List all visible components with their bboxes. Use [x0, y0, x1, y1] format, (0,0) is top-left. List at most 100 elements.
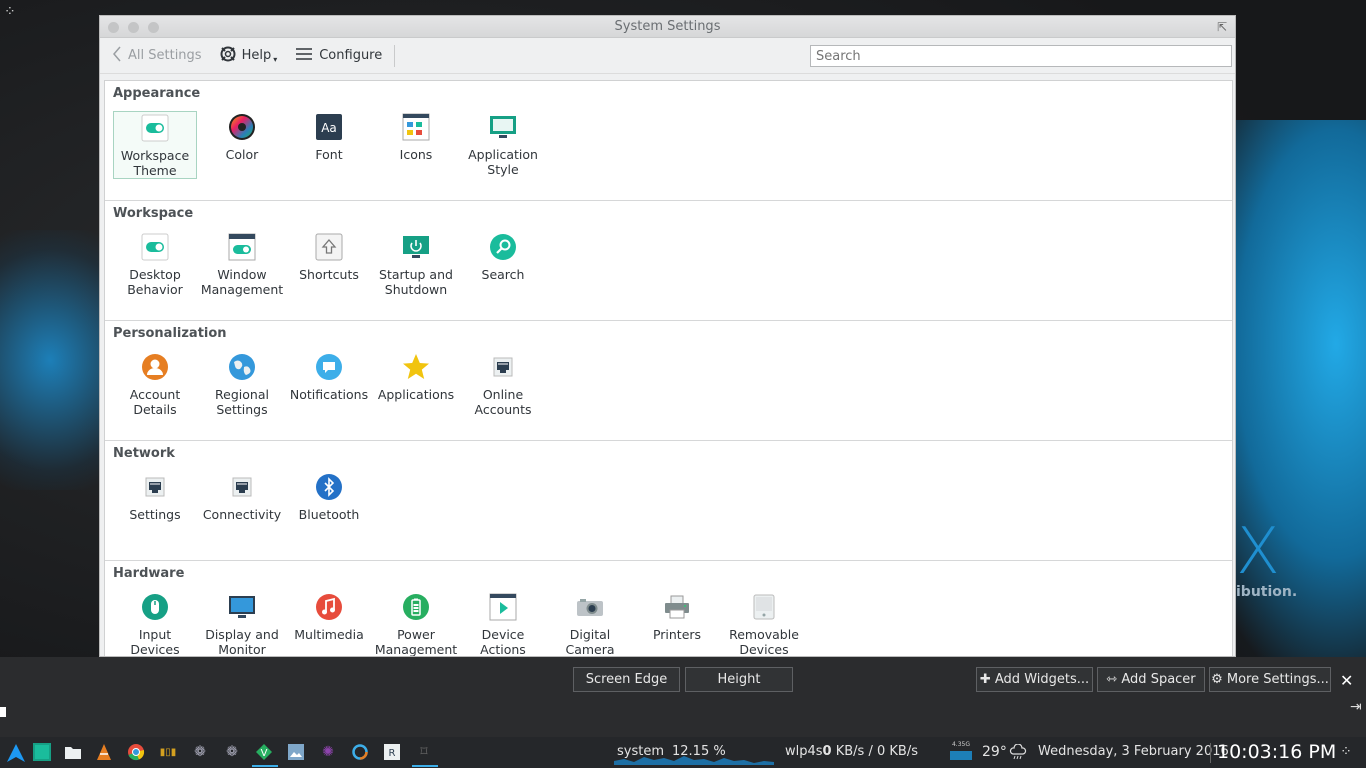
- settings-item-search[interactable]: Search: [461, 231, 545, 297]
- configure-menu-button[interactable]: Configure: [295, 46, 382, 66]
- height-button[interactable]: Height: [685, 667, 793, 692]
- settings-item-shortcuts[interactable]: Shortcuts: [287, 231, 371, 297]
- terminal-icon[interactable]: [32, 742, 52, 762]
- network-port-icon: [141, 473, 169, 501]
- image-viewer-icon[interactable]: [286, 742, 306, 762]
- search-input[interactable]: [810, 45, 1232, 67]
- globe-icon: [228, 353, 256, 381]
- help-lifebuoy-icon: [220, 46, 236, 66]
- close-icon[interactable]: ✕: [1340, 671, 1353, 690]
- settings-item-connectivity[interactable]: Connectivity: [200, 471, 284, 522]
- settings-item-multimedia[interactable]: Multimedia: [287, 591, 371, 656]
- network-speed[interactable]: wlp4s0 KB/s / 0 KB/s: [785, 744, 918, 759]
- vlc-icon[interactable]: [94, 742, 114, 762]
- vim-icon[interactable]: V: [254, 742, 274, 762]
- file-manager-icon[interactable]: [63, 742, 83, 762]
- settings-item-application-style[interactable]: Application Style: [461, 111, 545, 179]
- spacer-icon: ⇿: [1106, 672, 1118, 687]
- weather-cloud-rain-icon[interactable]: [1008, 742, 1028, 762]
- settings-item-window-management[interactable]: Window Management: [200, 231, 284, 297]
- date[interactable]: Wednesday, 3 February 2016: [1038, 744, 1229, 759]
- settings-item-network-settings[interactable]: Settings: [113, 471, 197, 522]
- panel-toolbox-icon[interactable]: ⁘: [1336, 742, 1356, 762]
- rstudio-icon[interactable]: R: [382, 742, 402, 762]
- help-menu-button[interactable]: Help ▾: [220, 46, 277, 66]
- help-label: Help: [241, 48, 272, 63]
- settings-item-online-accounts[interactable]: Online Accounts: [461, 351, 545, 417]
- panel-width-arrow-icon[interactable]: ⇥: [1350, 699, 1362, 715]
- display-icon: [228, 593, 256, 621]
- section-title: Workspace: [113, 206, 194, 221]
- pin-icon[interactable]: ⇱: [1217, 16, 1227, 38]
- temperature: 29°: [982, 744, 1007, 760]
- star-icon: [402, 353, 430, 381]
- settings-item-digital-camera[interactable]: Digital Camera: [548, 591, 632, 657]
- taskbar: ▮▯▮ ❁ ❁ V ✺ R ⌑ system 12.15 % wlp4s0 KB…: [0, 737, 1366, 768]
- add-widgets-button[interactable]: ✚ Add Widgets...: [976, 667, 1093, 692]
- minimize-window-button[interactable]: [128, 22, 139, 33]
- settings-item-font[interactable]: Aa Font: [287, 111, 371, 179]
- settings-item-color[interactable]: Color: [200, 111, 284, 179]
- disk-usage-widget[interactable]: 4.35G: [950, 741, 972, 763]
- play-icon: [489, 593, 517, 621]
- settings-item-power-management[interactable]: Power Management: [374, 591, 458, 656]
- item-label: Multimedia: [294, 627, 364, 642]
- screen-edge-button[interactable]: Screen Edge: [573, 667, 680, 692]
- svg-text:Aa: Aa: [321, 121, 337, 135]
- app-launcher-icon[interactable]: [4, 740, 28, 766]
- maximize-window-button[interactable]: [148, 22, 159, 33]
- plus-icon: ✚: [979, 672, 991, 687]
- network-port-icon: [489, 353, 517, 381]
- all-settings-button[interactable]: All Settings: [112, 46, 202, 66]
- settings-item-regional-settings[interactable]: Regional Settings: [200, 351, 284, 417]
- all-settings-label: All Settings: [128, 48, 202, 63]
- wallpaper-tagline: ibution.: [1236, 584, 1298, 600]
- settings-item-notifications[interactable]: Notifications: [287, 351, 371, 417]
- panel-offset-slider-handle[interactable]: [0, 707, 6, 717]
- mouse-icon: [141, 593, 169, 621]
- hamburger-menu-icon: [295, 46, 313, 66]
- item-label: Application Style: [468, 147, 538, 177]
- item-label: Digital Camera: [565, 627, 615, 657]
- keyboard-shortcut-icon: [315, 233, 343, 261]
- desktop-toolbox-icon[interactable]: ⁘: [4, 4, 16, 20]
- chat-bubble-icon: [315, 353, 343, 381]
- settings-item-applications[interactable]: Applications: [374, 351, 458, 417]
- settings-item-workspace-theme[interactable]: Workspace Theme: [113, 111, 197, 179]
- close-window-button[interactable]: [108, 22, 119, 33]
- section-title: Appearance: [113, 86, 201, 101]
- item-label: Display and Monitor: [205, 627, 279, 657]
- font-icon: Aa: [315, 113, 343, 141]
- more-settings-label: More Settings...: [1226, 672, 1329, 687]
- plasma-icon[interactable]: ✺: [318, 742, 338, 762]
- search-icon: [489, 233, 517, 261]
- panel-edit-toolbar: Screen Edge Height ✚ Add Widgets... ⇿ Ad…: [0, 657, 1366, 737]
- network-port-icon: [228, 473, 256, 501]
- settings-item-display-monitor[interactable]: Display and Monitor: [200, 591, 284, 657]
- add-spacer-button[interactable]: ⇿ Add Spacer: [1097, 667, 1205, 692]
- icons-icon: [402, 113, 430, 141]
- settings-item-icons[interactable]: Icons: [374, 111, 458, 179]
- chrome-icon[interactable]: [126, 742, 146, 762]
- window-titlebar[interactable]: System Settings ⇱: [100, 16, 1235, 38]
- settings-item-removable-devices[interactable]: Removable Devices: [722, 591, 806, 656]
- item-label: Desktop Behavior: [127, 267, 183, 297]
- settings-item-printers[interactable]: Printers: [635, 591, 719, 656]
- settings-item-input-devices[interactable]: Input Devices: [113, 591, 197, 656]
- item-label: Search: [481, 267, 525, 282]
- settings-item-bluetooth[interactable]: Bluetooth: [287, 471, 371, 522]
- equalizer-icon[interactable]: ▮▯▮: [158, 742, 178, 762]
- clock[interactable]: 10:03:16 PM: [1217, 741, 1336, 763]
- item-label: Bluetooth: [298, 507, 360, 522]
- settings-item-startup-shutdown[interactable]: Startup and Shutdown: [374, 231, 458, 297]
- more-settings-button[interactable]: ⚙ More Settings...: [1209, 667, 1331, 692]
- monitor-icon: [489, 113, 517, 141]
- settings-item-desktop-behavior[interactable]: Desktop Behavior: [113, 231, 197, 297]
- settings-item-device-actions[interactable]: Device Actions: [461, 591, 545, 656]
- sync-icon[interactable]: [350, 742, 370, 762]
- settings-app-icon[interactable]: ❁: [190, 742, 210, 762]
- settings-app-icon-2[interactable]: ❁: [222, 742, 242, 762]
- system-settings-task-icon[interactable]: ⌑: [414, 742, 434, 762]
- system-monitor-label[interactable]: system: [617, 744, 664, 759]
- settings-item-account-details[interactable]: Account Details: [113, 351, 197, 417]
